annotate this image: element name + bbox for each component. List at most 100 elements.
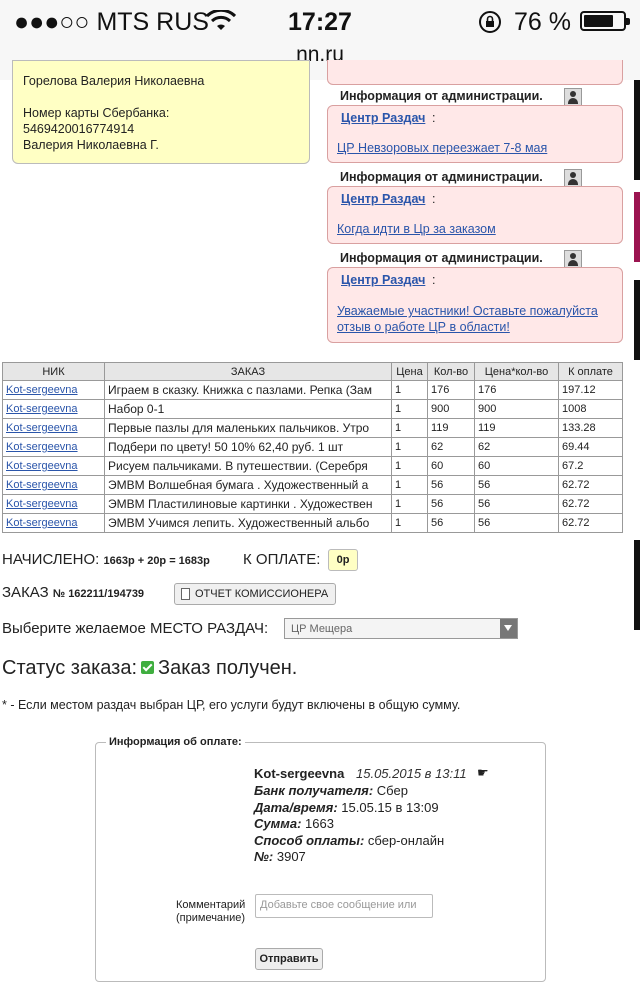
edge-bar: [634, 280, 640, 360]
order-total: 56: [474, 513, 559, 533]
rotation-lock-icon: [479, 11, 501, 33]
table-row: Kot-sergeevna ЭМВМ Учимся лепить. Художес…: [2, 513, 623, 533]
pickup-note: * - Если местом раздач выбран ЦР, его ус…: [2, 698, 461, 712]
column-header[interactable]: НИК: [2, 362, 105, 381]
accrued-label: НАЧИСЛЕНО:: [2, 551, 100, 568]
comment-label: Комментарий (примечание): [176, 899, 246, 924]
order-title: Играем в сказку. Книжка с пазлами. Репка…: [104, 380, 392, 400]
order-title: Рисуем пальчиками. В путешествии. (Сереб…: [104, 456, 392, 476]
card-info-box: Горелова Валерия Николаевна Номер карты …: [12, 60, 310, 164]
order-title: Первые пазлы для маленьких пальчиков. Ут…: [104, 418, 392, 438]
order-title: Подбери по цвету! 50 10% 62,40 руб. 1 шт: [104, 437, 392, 457]
table-row: Kot-sergeevna Набор 0-1 1 900 900 1008: [2, 399, 623, 419]
order-to-pay: 62.72: [558, 494, 623, 514]
order-total: 119: [474, 418, 559, 438]
orders-table: НИК ЗАКАЗ Цена Кол-во Цена*кол-во К опла…: [2, 362, 623, 533]
order-title: ЭМВМ Учимся лепить. Художественный альбо: [104, 513, 392, 533]
column-header[interactable]: К оплате: [558, 362, 623, 381]
order-total: 56: [474, 475, 559, 495]
payment-info-fieldset: Информация об оплате: Kot-sergeevna 15.0…: [95, 736, 546, 982]
order-nick-link[interactable]: Kot-sergeevna: [2, 418, 105, 438]
pointing-hand-icon[interactable]: ☛: [477, 765, 489, 781]
comment-input[interactable]: Добавьте свое сообщение или: [255, 894, 433, 918]
message-link[interactable]: Уважаемые участники! Оставьте пожалуйста…: [337, 303, 617, 335]
order-status: Статус заказа: Заказ получен.: [2, 657, 297, 680]
column-header[interactable]: Кол-во: [427, 362, 475, 381]
order-number: № 162211/194739: [52, 588, 145, 600]
order-nick-link[interactable]: Kot-sergeevna: [2, 380, 105, 400]
admin-avatar-icon: [564, 169, 582, 187]
order-nick-link[interactable]: Kot-sergeevna: [2, 475, 105, 495]
table-row: Kot-sergeevna Рисуем пальчиками. В путеше…: [2, 456, 623, 476]
sum-value: 1663: [305, 816, 334, 831]
payment-sum-row: Сумма: 1663: [254, 816, 334, 831]
to-pay-value: 0р: [328, 549, 358, 571]
order-price: 1: [391, 494, 428, 514]
order-qty: 119: [427, 418, 475, 438]
admin-avatar-icon: [564, 250, 582, 268]
order-price: 1: [391, 399, 428, 419]
datetime-value: 15.05.15 в 13:09: [341, 800, 439, 815]
admin-message-previous: [327, 60, 623, 85]
payment-date: 15.05.2015 в 13:11: [356, 766, 467, 781]
column-header[interactable]: Цена: [391, 362, 428, 381]
sum-label: Сумма:: [254, 816, 302, 831]
column-header[interactable]: ЗАКАЗ: [104, 362, 392, 381]
report-button-label: ОТЧЕТ КОМИССИОНЕРА: [195, 588, 329, 600]
message-link[interactable]: Когда идти в Цр за заказом: [337, 221, 617, 237]
edge-bar: [634, 80, 640, 180]
admin-message-title: Информация от администрации.: [340, 251, 543, 265]
order-nick-link[interactable]: Kot-sergeevna: [2, 494, 105, 514]
table-row: Kot-sergeevna Подбери по цвету! 50 10% 62…: [2, 437, 623, 457]
message-source-link[interactable]: Центр Раздач: [341, 192, 425, 206]
order-total: 176: [474, 380, 559, 400]
chevron-down-icon[interactable]: [500, 619, 517, 638]
edge-bar: [634, 192, 640, 262]
commissioner-report-button[interactable]: ОТЧЕТ КОМИССИОНЕРА: [174, 583, 336, 605]
order-qty: 60: [427, 456, 475, 476]
order-label: ЗАКАЗ: [2, 584, 49, 601]
order-price: 1: [391, 513, 428, 533]
order-nick-link[interactable]: Kot-sergeevna: [2, 437, 105, 457]
order-nick-link[interactable]: Kot-sergeevna: [2, 513, 105, 533]
payment-datetime-row: Дата/время: 15.05.15 в 13:09: [254, 800, 439, 815]
number-value: 3907: [276, 849, 306, 864]
order-to-pay: 133.28: [558, 418, 623, 438]
message-link[interactable]: ЦР Невзоровых переезжает 7-8 мая: [337, 140, 617, 156]
admin-message-title: Информация от администрации.: [340, 170, 543, 184]
pickup-place-label: Выберите желаемое МЕСТО РАЗДАЧ:: [2, 620, 269, 637]
battery-icon: [580, 11, 630, 31]
to-pay-label: К ОПЛАТЕ:: [243, 551, 321, 568]
order-to-pay: 62.72: [558, 513, 623, 533]
card-number: 5469420016774914: [23, 122, 135, 136]
table-row: Kot-sergeevna ЭМВМ Пластилиновые картинки…: [2, 494, 623, 514]
order-price: 1: [391, 380, 428, 400]
order-nick-link[interactable]: Kot-sergeevna: [2, 399, 105, 419]
order-qty: 56: [427, 494, 475, 514]
payment-user: Kot-sergeevna: [254, 766, 345, 781]
order-to-pay: 67.2: [558, 456, 623, 476]
column-header[interactable]: Цена*кол-во: [474, 362, 559, 381]
table-row: Kot-sergeevna Первые пазлы для маленьких …: [2, 418, 623, 438]
send-button[interactable]: Отправить: [255, 948, 323, 970]
accrued-line: НАЧИСЛЕНО: 1663р + 20р = 1683р: [2, 551, 210, 568]
bank-value: Сбер: [376, 783, 408, 798]
order-price: 1: [391, 418, 428, 438]
order-total: 900: [474, 399, 559, 419]
order-line: ЗАКАЗ № 162211/194739: [2, 584, 144, 601]
pickup-place-select[interactable]: ЦР Мещера: [284, 618, 518, 639]
message-source-link[interactable]: Центр Раздач: [341, 273, 425, 287]
order-qty: 56: [427, 475, 475, 495]
order-to-pay: 62.72: [558, 475, 623, 495]
order-to-pay: 197.12: [558, 380, 623, 400]
order-nick-link[interactable]: Kot-sergeevna: [2, 456, 105, 476]
order-total: 56: [474, 494, 559, 514]
number-label: №:: [254, 849, 274, 864]
order-qty: 62: [427, 437, 475, 457]
message-source-link[interactable]: Центр Раздач: [341, 111, 425, 125]
order-price: 1: [391, 456, 428, 476]
order-status-value: Заказ получен.: [158, 657, 298, 679]
edge-bar: [634, 540, 640, 630]
document-icon: [181, 588, 190, 600]
order-price: 1: [391, 437, 428, 457]
